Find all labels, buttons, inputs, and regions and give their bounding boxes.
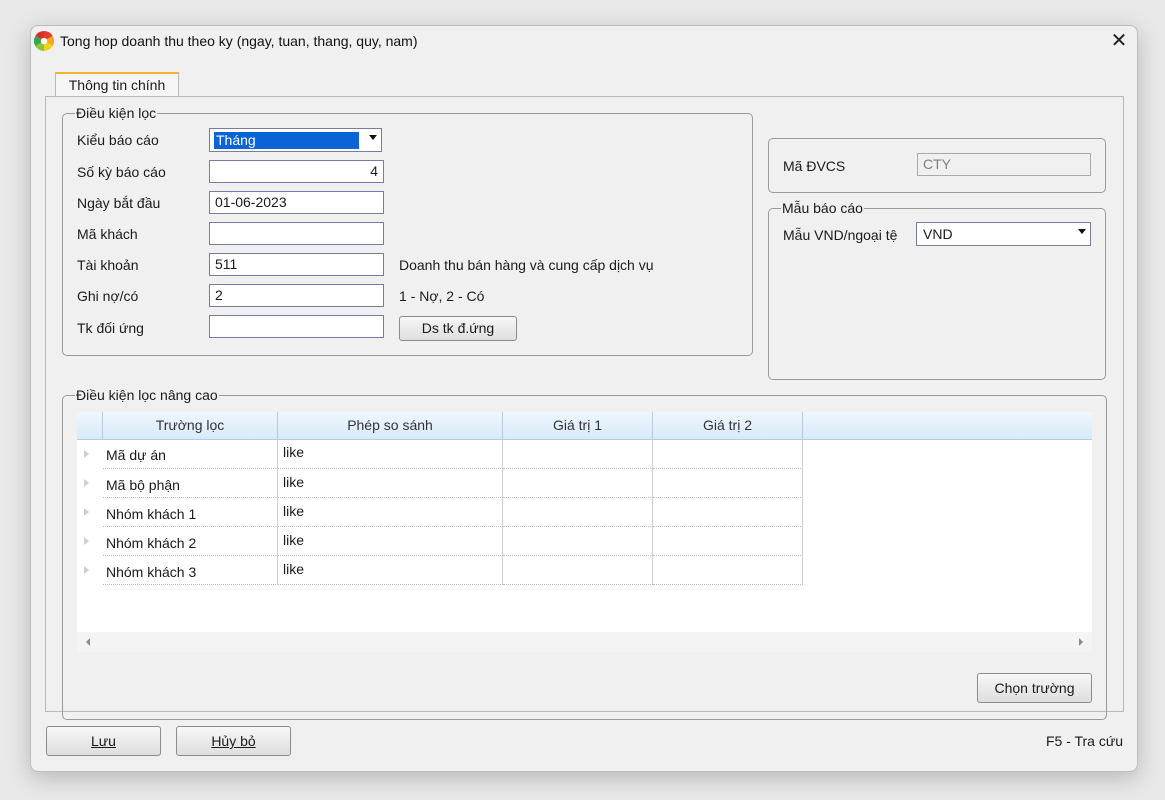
account-input[interactable]: 511 [209,253,384,276]
tab-main-info[interactable]: Thông tin chính [55,72,179,98]
start-date-input[interactable]: 01-06-2023 [209,191,384,214]
table-row[interactable]: Nhóm khách 2 like [77,527,803,556]
report-type-value: Tháng [214,132,359,149]
table-row[interactable]: Mã bộ phận like [77,469,803,498]
title-bar: Tong hop doanh thu theo ky (ngay, tuan, … [31,26,1137,58]
cell-value2[interactable] [653,498,803,527]
advanced-filter-group: Điều kiện lọc nâng cao Trường lọc Phép s… [62,387,1107,720]
template-select[interactable]: VND [916,222,1091,246]
cell-operator[interactable]: like [278,440,503,469]
scroll-left-icon[interactable] [86,638,90,646]
grid-header-indicator [77,412,103,439]
cell-field[interactable]: Nhóm khách 2 [103,527,278,556]
contra-account-label: Tk đối ứng [77,320,144,336]
filter-group: Điều kiện lọc Kiểu báo cáo Tháng Số kỳ b… [62,105,753,356]
chevron-down-icon [369,135,377,140]
template-group-legend: Mẫu báo cáo [781,200,864,216]
periods-input[interactable]: 4 [209,160,384,183]
column-header-value1[interactable]: Giá trị 1 [503,412,653,439]
column-header-operator[interactable]: Phép so sánh [278,412,503,439]
customer-input[interactable] [209,222,384,245]
contra-account-input[interactable] [209,315,384,338]
unit-label: Mã ĐVCS [783,158,846,174]
column-header-field[interactable]: Trường lọc [103,412,278,439]
dialog-window: Tong hop doanh thu theo ky (ngay, tuan, … [30,25,1138,772]
row-indicator [77,527,103,556]
cell-value1[interactable] [503,527,653,556]
advanced-filter-legend: Điều kiện lọc nâng cao [75,387,219,403]
cell-operator[interactable]: like [278,527,503,556]
filter-group-legend: Điều kiện lọc [75,105,158,121]
choose-fields-button[interactable]: Chọn trường [977,673,1092,703]
cell-value1[interactable] [503,440,653,469]
lookup-hint: F5 - Tra cứu [1045,733,1123,749]
cell-value1[interactable] [503,556,653,585]
report-type-select[interactable]: Tháng [209,128,382,152]
account-label: Tài khoản [77,257,139,273]
cell-operator[interactable]: like [278,556,503,585]
cell-field[interactable]: Nhóm khách 1 [103,498,278,527]
debit-credit-input[interactable]: 2 [209,284,384,307]
start-date-label: Ngày bắt đầu [77,195,161,211]
cell-value2[interactable] [653,440,803,469]
cell-field[interactable]: Nhóm khách 3 [103,556,278,585]
row-indicator [77,498,103,527]
unit-group: Mã ĐVCS CTY [768,138,1106,193]
debit-credit-label: Ghi nợ/có [77,288,139,304]
cell-value2[interactable] [653,527,803,556]
table-row[interactable]: Nhóm khách 3 like [77,556,803,585]
cancel-button[interactable]: Hủy bỏ [176,726,291,756]
periods-label: Số kỳ báo cáo [77,164,166,180]
chevron-down-icon [1078,229,1086,234]
row-indicator [77,556,103,585]
template-label: Mẫu VND/ngoại tệ [783,227,898,243]
cell-field[interactable]: Mã dự án [103,440,278,469]
report-type-label: Kiểu báo cáo [77,132,159,148]
app-logo-icon [34,31,54,51]
horizontal-scrollbar[interactable] [77,632,1092,652]
save-button[interactable]: Lưu [46,726,161,756]
customer-label: Mã khách [77,226,138,242]
cell-value2[interactable] [653,469,803,498]
cell-value2[interactable] [653,556,803,585]
cell-operator[interactable]: like [278,469,503,498]
debit-credit-description: 1 - Nợ, 2 - Có [399,288,485,304]
tab-panel: Điều kiện lọc Kiểu báo cáo Tháng Số kỳ b… [45,96,1124,720]
close-icon[interactable]: ✕ [1107,30,1131,54]
scroll-right-icon[interactable] [1079,638,1083,646]
column-header-value2[interactable]: Giá trị 2 [653,412,803,439]
row-indicator [77,440,103,469]
contra-account-list-button[interactable]: Ds tk đ.ứng [399,316,517,341]
filter-grid: Trường lọc Phép so sánh Giá trị 1 Giá tr… [77,412,1092,652]
table-row[interactable]: Mã dự án like [77,440,803,469]
grid-header: Trường lọc Phép so sánh Giá trị 1 Giá tr… [77,412,1092,440]
window-title: Tong hop doanh thu theo ky (ngay, tuan, … [60,33,418,49]
cell-value1[interactable] [503,469,653,498]
unit-input[interactable]: CTY [917,153,1091,176]
row-indicator [77,469,103,498]
cell-value1[interactable] [503,498,653,527]
account-description: Doanh thu bán hàng và cung cấp dịch vụ [399,257,654,273]
template-value: VND [923,226,953,242]
table-row[interactable]: Nhóm khách 1 like [77,498,803,527]
cell-operator[interactable]: like [278,498,503,527]
cell-field[interactable]: Mã bộ phận [103,469,278,498]
template-group: Mẫu báo cáo Mẫu VND/ngoại tệ VND [768,200,1106,380]
